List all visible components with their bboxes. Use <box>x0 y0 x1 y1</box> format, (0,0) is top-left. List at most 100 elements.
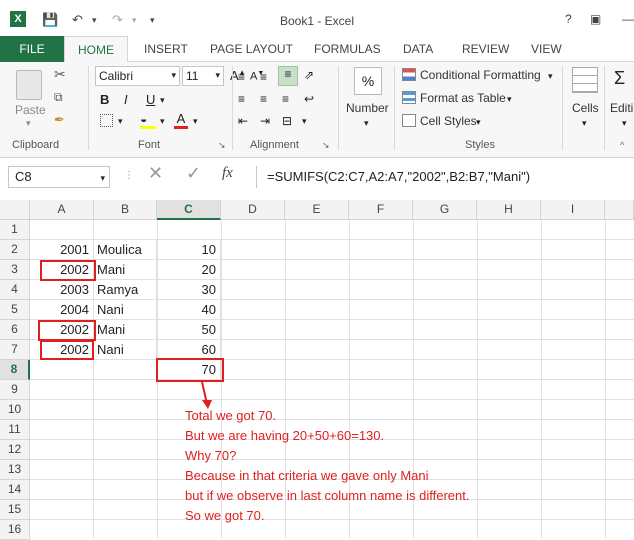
enter-icon[interactable]: ✓ <box>186 163 201 184</box>
percent-icon[interactable]: % <box>354 67 382 95</box>
row-header-3[interactable]: 3 <box>0 260 30 280</box>
number-format-button[interactable]: Number <box>346 101 389 115</box>
column-header-h[interactable]: H <box>477 200 541 220</box>
formula-bar-grip-icon[interactable]: ⋮ <box>124 170 134 181</box>
cancel-icon[interactable]: ✕ <box>148 163 163 184</box>
merge-dropdown-icon[interactable]: ▾ <box>302 116 307 127</box>
align-middle-icon[interactable]: ≡ <box>260 70 267 84</box>
cell-c4[interactable]: 30 <box>157 280 221 300</box>
font-size-select[interactable]: 11 ▾ <box>182 66 224 86</box>
bold-button[interactable]: B <box>100 92 109 107</box>
editing-button[interactable]: Editi <box>610 101 633 115</box>
align-center-icon[interactable]: ≡ <box>260 92 267 106</box>
row-header-8[interactable]: 8 <box>0 360 30 380</box>
row-header-16[interactable]: 16 <box>0 520 30 540</box>
row-header-4[interactable]: 4 <box>0 280 30 300</box>
minimize-icon[interactable]: — <box>622 12 634 26</box>
insert-function-icon[interactable]: fx <box>222 165 233 182</box>
orientation-icon[interactable]: ⇗ <box>304 68 314 82</box>
paste-icon[interactable] <box>16 70 42 100</box>
tab-home[interactable]: HOME <box>64 36 128 63</box>
cell-b7[interactable]: Nani <box>94 340 157 360</box>
number-dropdown-icon[interactable]: ▾ <box>364 118 369 129</box>
row-header-1[interactable]: 1 <box>0 220 30 240</box>
tab-review[interactable]: REVIEW <box>462 42 509 56</box>
paste-dropdown-icon[interactable]: ▾ <box>26 118 31 129</box>
alignment-dialog-launcher-icon[interactable]: ↘ <box>322 140 330 151</box>
chevron-down-icon[interactable]: ▾ <box>476 117 481 128</box>
row-header-13[interactable]: 13 <box>0 460 30 480</box>
select-all-corner[interactable] <box>0 200 30 220</box>
column-header-d[interactable]: D <box>221 200 285 220</box>
row-header-9[interactable]: 9 <box>0 380 30 400</box>
underline-dropdown-icon[interactable]: ▾ <box>160 95 165 106</box>
cell-c2[interactable]: 10 <box>157 240 221 260</box>
cells-icon[interactable] <box>572 67 598 93</box>
italic-button[interactable]: I <box>124 92 128 107</box>
tab-page-layout[interactable]: PAGE LAYOUT <box>210 42 293 56</box>
column-header-j[interactable] <box>605 200 634 220</box>
name-box[interactable]: C8 ▾ <box>8 166 110 188</box>
font-color-icon[interactable]: A <box>174 111 188 129</box>
cell-b4[interactable]: Ramya <box>94 280 157 300</box>
conditional-formatting-icon[interactable] <box>402 68 416 81</box>
cell-b2[interactable]: Moulica <box>94 240 157 260</box>
cell-styles-button[interactable]: Cell Styles <box>420 114 477 128</box>
cell-b5[interactable]: Nani <box>94 300 157 320</box>
row-header-14[interactable]: 14 <box>0 480 30 500</box>
column-header-g[interactable]: G <box>413 200 477 220</box>
cell-c3[interactable]: 20 <box>157 260 221 280</box>
cell-b3[interactable]: Mani <box>94 260 157 280</box>
tab-data[interactable]: DATA <box>403 42 433 56</box>
column-header-i[interactable]: I <box>541 200 605 220</box>
tab-view[interactable]: VIEW <box>531 42 562 56</box>
ribbon-collapse-icon[interactable]: ^ <box>620 140 624 150</box>
row-header-7[interactable]: 7 <box>0 340 30 360</box>
wrap-text-icon[interactable]: ↩ <box>304 92 314 106</box>
column-header-b[interactable]: B <box>94 200 157 220</box>
format-painter-icon[interactable]: ✒ <box>54 112 65 128</box>
fill-dropdown-icon[interactable]: ▾ <box>160 116 165 127</box>
row-header-6[interactable]: 6 <box>0 320 30 340</box>
cell-styles-icon[interactable] <box>402 114 416 127</box>
format-as-table-button[interactable]: Format as Table <box>420 91 506 105</box>
cut-icon[interactable]: ✂ <box>54 66 66 83</box>
font-dialog-launcher-icon[interactable]: ↘ <box>218 140 226 151</box>
cell-a2[interactable]: 2001 <box>30 240 94 260</box>
conditional-formatting-button[interactable]: Conditional Formatting <box>420 68 541 82</box>
row-header-12[interactable]: 12 <box>0 440 30 460</box>
fill-color-icon[interactable]: ◒ <box>140 112 156 129</box>
row-header-2[interactable]: 2 <box>0 240 30 260</box>
tab-file[interactable]: FILE <box>0 36 64 62</box>
row-header-5[interactable]: 5 <box>0 300 30 320</box>
align-left-icon[interactable]: ≡ <box>238 92 245 106</box>
column-header-f[interactable]: F <box>349 200 413 220</box>
decrease-indent-icon[interactable]: ⇤ <box>238 114 248 128</box>
copy-icon[interactable]: ⧉ <box>54 90 63 105</box>
cell-b6[interactable]: Mani <box>94 320 157 340</box>
font-name-select[interactable]: Calibri ▾ <box>95 66 180 86</box>
help-button[interactable]: ? <box>565 12 572 26</box>
row-header-10[interactable]: 10 <box>0 400 30 420</box>
editing-dropdown-icon[interactable]: ▾ <box>622 118 627 129</box>
underline-button[interactable]: U <box>146 92 155 107</box>
borders-icon[interactable] <box>100 114 113 127</box>
column-header-e[interactable]: E <box>285 200 349 220</box>
paste-button[interactable]: Paste <box>15 103 46 117</box>
tab-insert[interactable]: INSERT <box>144 42 188 56</box>
cells-button[interactable]: Cells <box>572 101 599 115</box>
cells-dropdown-icon[interactable]: ▾ <box>582 118 587 129</box>
cell-c7[interactable]: 60 <box>157 340 221 360</box>
borders-dropdown-icon[interactable]: ▾ <box>118 116 123 127</box>
cell-c6[interactable]: 50 <box>157 320 221 340</box>
column-header-a[interactable]: A <box>30 200 94 220</box>
formula-input[interactable]: =SUMIFS(C2:C7,A2:A7,"2002",B2:B7,"Mani") <box>256 166 634 188</box>
row-header-11[interactable]: 11 <box>0 420 30 440</box>
column-header-c[interactable]: C <box>157 200 221 220</box>
increase-indent-icon[interactable]: ⇥ <box>260 114 270 128</box>
merge-center-icon[interactable]: ⊟ <box>282 114 292 128</box>
tab-formulas[interactable]: FORMULAS <box>314 42 381 56</box>
align-top-icon[interactable]: ≡ <box>238 70 245 84</box>
align-right-icon[interactable]: ≡ <box>282 92 289 106</box>
cell-a5[interactable]: 2004 <box>30 300 94 320</box>
